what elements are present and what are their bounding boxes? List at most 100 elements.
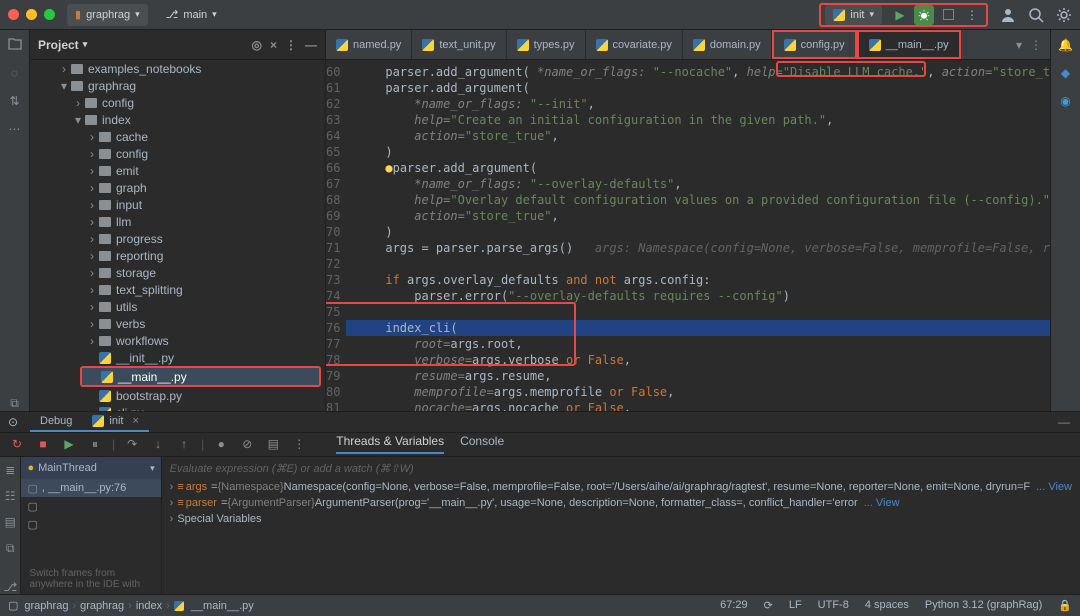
code-line[interactable]: ) <box>346 224 1050 240</box>
tree-twisty-icon[interactable]: › <box>86 317 98 331</box>
folder-node[interactable]: ▾graphrag <box>30 77 325 94</box>
more-icon[interactable]: ⋮ <box>285 38 297 52</box>
folder-node[interactable]: ›progress <box>30 230 325 247</box>
folder-node[interactable]: ›config <box>30 94 325 111</box>
encoding[interactable]: UTF-8 <box>818 599 849 612</box>
expand-icon[interactable]: › <box>170 481 174 493</box>
code-line[interactable]: *name_or_flags: "--init", <box>346 96 1050 112</box>
search-icon[interactable] <box>1028 7 1044 23</box>
database-icon[interactable]: ◉ <box>1060 94 1070 108</box>
tree-twisty-icon[interactable]: › <box>86 181 98 195</box>
line-ending[interactable]: LF <box>789 599 802 612</box>
vcs-icon[interactable]: ⎇ <box>3 580 17 594</box>
project-chip[interactable]: ▮ graphrag ▾ <box>67 4 148 26</box>
tree-twisty-icon[interactable]: › <box>86 266 98 280</box>
zoom-dot[interactable] <box>44 9 55 20</box>
debug-toolwindow-tab[interactable]: Debug <box>30 412 82 432</box>
folder-node[interactable]: ›text_splitting <box>30 281 325 298</box>
settings-icon[interactable] <box>1056 7 1072 23</box>
file-node[interactable]: cli.py <box>30 404 325 411</box>
step-into-icon[interactable]: ↓ <box>149 435 167 453</box>
folder-node[interactable]: ›llm <box>30 213 325 230</box>
indent[interactable]: 4 spaces <box>865 599 909 612</box>
more-run-icon[interactable]: ⋮ <box>962 5 982 25</box>
editor-tab[interactable]: named.py <box>326 30 412 59</box>
code-line[interactable]: nocache=args.nocache or False, <box>346 400 1050 411</box>
variable-row[interactable]: ›Special Variables <box>162 511 1080 527</box>
project-icon[interactable] <box>7 36 23 52</box>
editor-tab[interactable]: domain.py <box>683 30 772 59</box>
code-line[interactable]: action="store_true", <box>346 128 1050 144</box>
tree-twisty-icon[interactable]: › <box>86 215 98 229</box>
settings-icon[interactable]: ▤ <box>264 435 282 453</box>
code-line[interactable]: parser.add_argument( *name_or_flags: "--… <box>346 64 1050 80</box>
tree-twisty-icon[interactable]: ▾ <box>58 79 70 93</box>
debug-icon[interactable]: ⊙ <box>8 415 18 429</box>
structure-icon[interactable]: ⧉ <box>10 396 19 411</box>
tree-twisty-icon[interactable]: › <box>86 232 98 246</box>
minimize-dot[interactable] <box>26 9 37 20</box>
view-breakpoints-icon[interactable]: ● <box>212 435 230 453</box>
lock-icon[interactable]: 🔒 <box>1058 599 1072 612</box>
pause-icon[interactable]: ⏸ <box>86 435 104 453</box>
editor-tab[interactable]: text_unit.py <box>412 30 506 59</box>
folder-node[interactable]: ›storage <box>30 264 325 281</box>
evaluate-input[interactable]: Evaluate expression (⌘E) or add a watch … <box>162 457 1080 479</box>
collapse-icon[interactable]: × <box>270 38 277 52</box>
layers-icon[interactable]: ≣ <box>5 463 15 477</box>
run-button[interactable]: ▶ <box>890 5 910 25</box>
code-line[interactable]: memprofile=args.memprofile or False, <box>346 384 1050 400</box>
variable-row[interactable]: ›≡args = {Namespace} Namespace(config=No… <box>162 479 1080 495</box>
view-link[interactable]: ... View <box>858 497 900 509</box>
hide-panel-icon[interactable]: — <box>1048 415 1080 429</box>
editor-tab[interactable]: covariate.py <box>586 30 683 59</box>
breadcrumb[interactable]: graphrag›graphrag›index›__main__.py <box>24 600 253 612</box>
editor-tab[interactable]: __main__.py <box>857 30 961 59</box>
target-icon[interactable]: ◎ <box>252 38 262 52</box>
tree-twisty-icon[interactable]: › <box>86 198 98 212</box>
thread-selector[interactable]: ● MainThread ▾ <box>21 457 160 479</box>
tree-twisty-icon[interactable]: › <box>86 147 98 161</box>
code-line[interactable]: ●parser.add_argument( <box>346 160 1050 176</box>
stop-button[interactable] <box>938 5 958 25</box>
home-icon[interactable]: ▢ <box>8 599 18 612</box>
breadcrumb-item[interactable]: graphrag <box>80 600 124 612</box>
folder-node[interactable]: ›workflows <box>30 332 325 349</box>
code-editor[interactable]: 6061626364656667686970717273747576777879… <box>326 60 1050 411</box>
hide-icon[interactable]: — <box>305 38 317 52</box>
tree-twisty-icon[interactable]: › <box>86 334 98 348</box>
tree-twisty-icon[interactable]: › <box>86 249 98 263</box>
expand-icon[interactable]: › <box>170 497 174 509</box>
more-icon[interactable]: ⋯ <box>9 122 21 136</box>
tab-list-icon[interactable]: ▾ <box>1016 38 1022 52</box>
stop-icon[interactable]: ■ <box>34 435 52 453</box>
code-line[interactable]: *name_or_flags: "--overlay-defaults", <box>346 176 1050 192</box>
close-icon[interactable]: × <box>132 415 138 427</box>
file-node[interactable]: bootstrap.py <box>30 387 325 404</box>
step-over-icon[interactable]: ↷ <box>123 435 141 453</box>
folder-node[interactable]: ›verbs <box>30 315 325 332</box>
code-line[interactable]: help="Overlay default configuration valu… <box>346 192 1050 208</box>
editor-tab[interactable]: types.py <box>507 30 586 59</box>
folder-node[interactable]: ›reporting <box>30 247 325 264</box>
folder-node[interactable]: ›config <box>30 145 325 162</box>
terminal-icon[interactable]: ⧉ <box>6 541 15 556</box>
code-line[interactable] <box>346 256 1050 272</box>
threads-vars-tab[interactable]: Threads & Variables <box>336 434 444 454</box>
stack-frame[interactable]: ▢ <box>21 515 160 533</box>
debug-session-tab[interactable]: init × <box>82 412 149 432</box>
breadcrumb-item[interactable]: graphrag <box>24 600 68 612</box>
editor-tab[interactable]: config.py <box>772 30 857 59</box>
folder-node[interactable]: ›emit <box>30 162 325 179</box>
tree-twisty-icon[interactable]: ▾ <box>72 113 84 127</box>
git-status-icon[interactable]: ⟳ <box>764 599 773 612</box>
code-body[interactable]: ▲1 ⌄1 ⌃ ⌄ parser.add_argument( *name_or_… <box>346 60 1050 411</box>
caret-position[interactable]: 67:29 <box>720 599 748 612</box>
code-line[interactable]: args = parser.parse_args() args: Namespa… <box>346 240 1050 256</box>
folder-node[interactable]: ›input <box>30 196 325 213</box>
code-line[interactable]: help="Create an initial configuration in… <box>346 112 1050 128</box>
tree-twisty-icon[interactable]: › <box>86 300 98 314</box>
pull-requests-icon[interactable]: ⇅ <box>9 94 19 108</box>
step-out-icon[interactable]: ↑ <box>175 435 193 453</box>
tree-twisty-icon[interactable]: › <box>72 96 84 110</box>
